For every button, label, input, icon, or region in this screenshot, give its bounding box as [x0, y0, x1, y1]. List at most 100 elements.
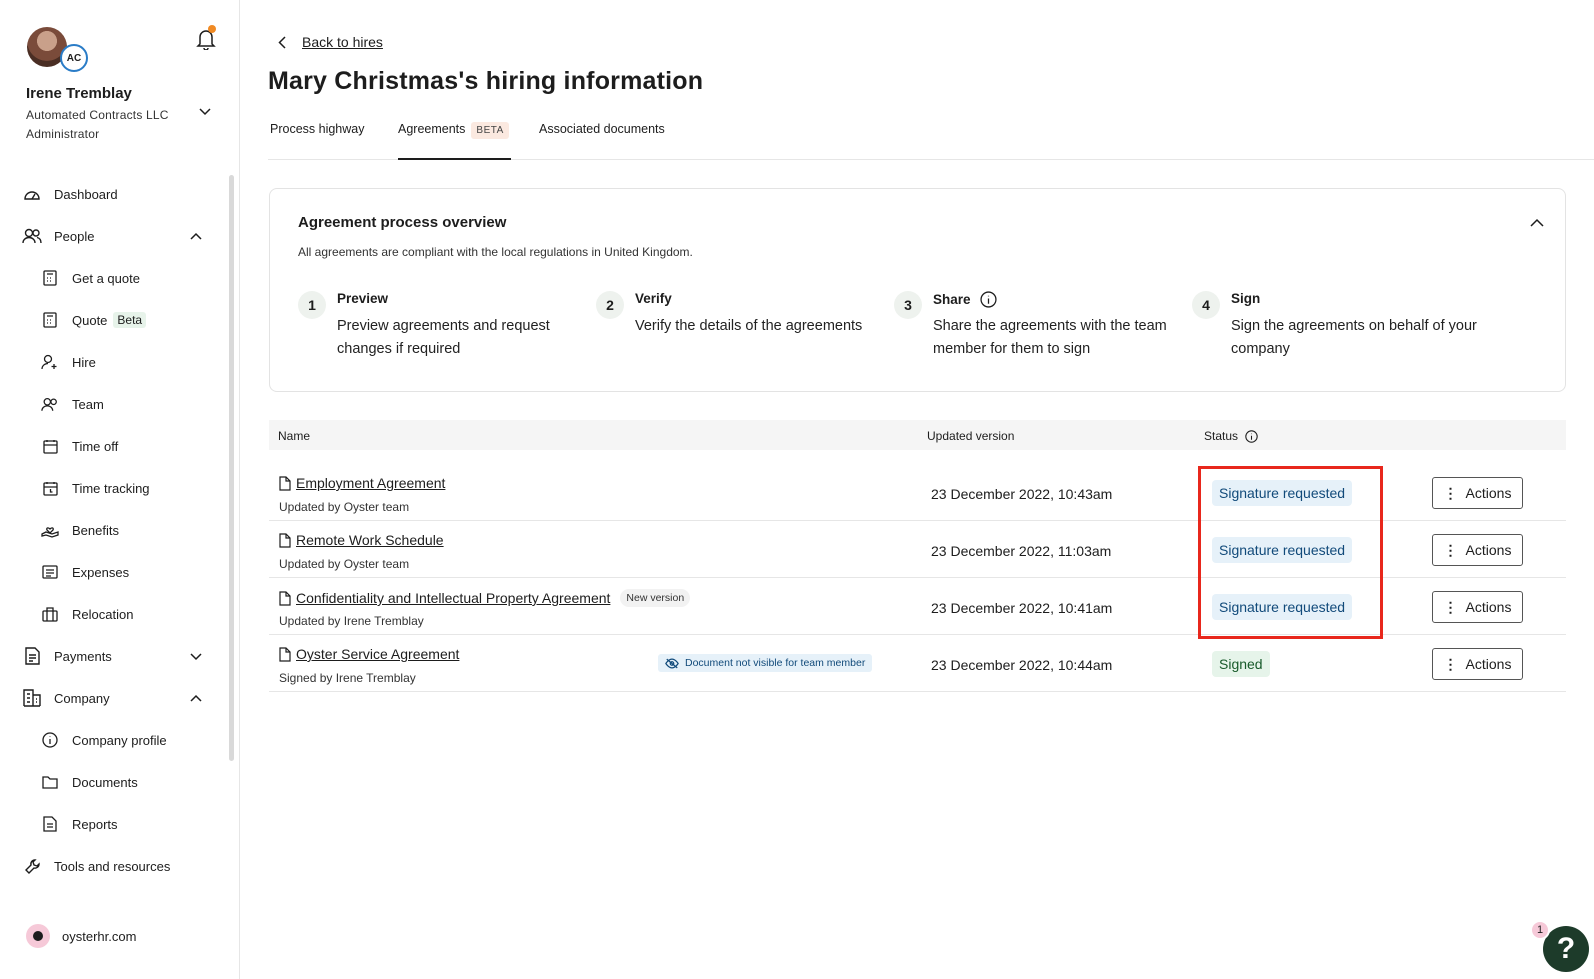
- tab-label: Associated documents: [539, 122, 665, 136]
- back-link[interactable]: Back to hires: [278, 34, 383, 50]
- updated-date: 23 December 2022, 10:43am: [931, 486, 1113, 502]
- sidebar-item-label: Payments: [54, 648, 112, 664]
- step-title: Preview: [337, 291, 389, 306]
- sidebar-item-label: Expenses: [72, 564, 130, 580]
- actions-button[interactable]: ⋮ Actions: [1432, 477, 1523, 509]
- chevron-down-icon[interactable]: [199, 108, 211, 116]
- help-count-badge: 1: [1530, 920, 1550, 940]
- not-visible-badge: Document not visible for team member: [658, 654, 873, 672]
- updated-by: Updated by Oyster team: [279, 557, 410, 571]
- sidebar-item-label: Reports: [72, 816, 118, 832]
- step-description: Preview agreements and request changes i…: [337, 318, 550, 357]
- question-mark-icon: ?: [1556, 932, 1576, 965]
- sidebar-item-company[interactable]: Company: [22, 686, 110, 710]
- step-description: Verify the details of the agreements: [635, 318, 863, 334]
- sidebar-item-reports[interactable]: Reports: [40, 812, 118, 836]
- eye-off-icon: [665, 658, 679, 668]
- receipt-icon: [40, 562, 60, 582]
- sidebar-item-label: Company profile: [72, 732, 167, 748]
- building-icon: [22, 688, 42, 708]
- site-link[interactable]: oysterhr.com: [26, 924, 136, 948]
- tab-process-highway[interactable]: Process highway: [270, 122, 365, 160]
- chevron-up-icon[interactable]: [190, 232, 202, 240]
- actions-button[interactable]: ⋮ Actions: [1432, 591, 1523, 623]
- sidebar: AC Irene Tremblay Automated Contracts LL…: [0, 0, 240, 979]
- sidebar-item-relocation[interactable]: Relocation: [40, 602, 133, 626]
- report-icon: [40, 814, 60, 834]
- sidebar-item-time-off[interactable]: Time off: [40, 434, 118, 458]
- info-icon: [40, 730, 60, 750]
- more-vertical-icon: ⋮: [1443, 484, 1458, 501]
- new-version-badge: New version: [620, 589, 691, 607]
- highlight-box: [1198, 466, 1383, 639]
- tab-agreements[interactable]: Agreements BETA: [398, 122, 511, 160]
- updated-date: 23 December 2022, 10:41am: [931, 600, 1113, 616]
- sidebar-item-documents[interactable]: Documents: [40, 770, 138, 794]
- sidebar-item-label: Relocation: [72, 606, 134, 622]
- sidebar-item-time-tracking[interactable]: Time tracking: [40, 476, 150, 500]
- sidebar-item-label: People: [54, 228, 95, 244]
- sidebar-item-team[interactable]: Team: [40, 392, 104, 416]
- sidebar-item-payments[interactable]: Payments: [22, 644, 112, 668]
- sidebar-item-expenses[interactable]: Expenses: [40, 560, 129, 584]
- sidebar-item-get-quote[interactable]: Get a quote: [40, 266, 140, 290]
- document-link[interactable]: Oyster Service Agreement: [296, 646, 459, 662]
- notification-dot: [208, 25, 216, 33]
- tab-associated-documents[interactable]: Associated documents: [539, 122, 665, 160]
- suitcase-icon: [40, 604, 60, 624]
- sidebar-item-label: Quote: [72, 312, 108, 328]
- sidebar-item-label: Time tracking: [72, 480, 150, 496]
- chevron-down-icon[interactable]: [190, 653, 202, 661]
- info-icon[interactable]: [979, 291, 997, 308]
- folder-icon: [40, 772, 60, 792]
- sidebar-item-label: Team: [72, 396, 104, 412]
- actions-button[interactable]: ⋮ Actions: [1432, 534, 1523, 566]
- beta-badge: BETA: [471, 122, 509, 139]
- sidebar-item-tools[interactable]: Tools and resources: [22, 854, 170, 878]
- signed-by: Signed by Irene Tremblay: [279, 671, 416, 685]
- sidebar-item-dashboard[interactable]: Dashboard: [22, 182, 118, 206]
- sidebar-item-company-profile[interactable]: Company profile: [40, 728, 167, 752]
- sidebar-item-benefits[interactable]: Benefits: [40, 518, 119, 542]
- document-icon: [279, 646, 291, 662]
- document-icon: [279, 475, 291, 491]
- sidebar-scrollbar[interactable]: [229, 175, 234, 761]
- dashboard-icon: [22, 184, 42, 204]
- help-button[interactable]: ?: [1543, 926, 1589, 972]
- sidebar-item-label: Tools and resources: [54, 858, 171, 874]
- document-cell: Remote Work Schedule: [279, 532, 444, 548]
- sidebar-item-hire[interactable]: Hire: [40, 350, 96, 374]
- chevron-up-icon[interactable]: [190, 694, 202, 702]
- actions-label: Actions: [1465, 542, 1512, 558]
- wrench-icon: [22, 856, 42, 876]
- updated-date: 23 December 2022, 11:03am: [931, 543, 1112, 559]
- back-to-hires-link[interactable]: Back to hires: [302, 34, 383, 50]
- document-link[interactable]: Employment Agreement: [296, 475, 445, 491]
- oyster-logo-icon: [26, 924, 50, 948]
- step-description: Share the agreements with the team membe…: [933, 318, 1167, 357]
- actions-button[interactable]: ⋮ Actions: [1432, 648, 1523, 680]
- chevron-left-icon: [278, 35, 286, 49]
- chevron-up-icon[interactable]: [1530, 218, 1544, 227]
- document-link[interactable]: Remote Work Schedule: [296, 532, 444, 548]
- actions-label: Actions: [1465, 485, 1512, 501]
- user-company: Automated Contracts LLC: [26, 108, 169, 122]
- step-title: Verify: [635, 291, 672, 306]
- more-vertical-icon: ⋮: [1443, 598, 1458, 615]
- sidebar-item-label: Time off: [72, 438, 119, 454]
- document-cell: Oyster Service Agreement: [279, 646, 459, 662]
- user-avatar-group[interactable]: AC: [27, 27, 89, 73]
- beta-badge: Beta: [113, 312, 147, 328]
- step-title: Sign: [1231, 291, 1261, 306]
- more-vertical-icon: ⋮: [1443, 655, 1458, 672]
- add-person-icon: [40, 352, 60, 372]
- step-description: Sign the agreements on behalf of your co…: [1231, 318, 1477, 357]
- info-icon[interactable]: [1245, 429, 1258, 443]
- updated-by: Updated by Oyster team: [279, 500, 410, 514]
- step-title-row: Share: [933, 291, 997, 308]
- sidebar-item-quote[interactable]: Quote Beta: [40, 308, 147, 332]
- sidebar-item-people[interactable]: People: [22, 224, 94, 248]
- document-link[interactable]: Confidentiality and Intellectual Propert…: [296, 590, 610, 606]
- sidebar-item-label: Benefits: [72, 522, 119, 538]
- document-cell: Confidentiality and Intellectual Propert…: [279, 589, 691, 607]
